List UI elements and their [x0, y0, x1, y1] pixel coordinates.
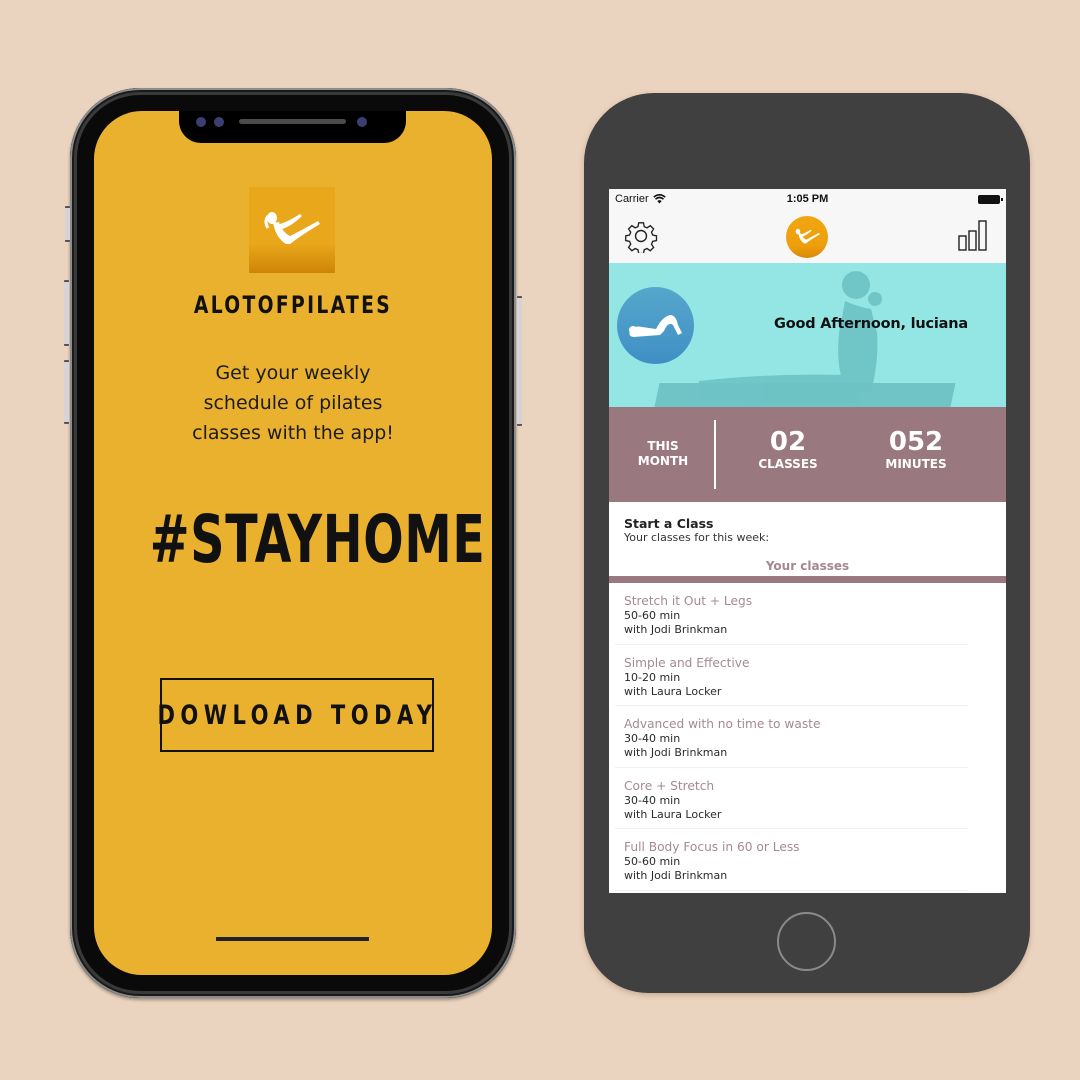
class-instructor: with Laura Locker [624, 684, 722, 698]
minutes-label: MINUTES [885, 457, 947, 471]
sensor-dot [214, 117, 224, 127]
minutes-stat: 052 MINUTES [879, 427, 953, 471]
tagline-line: classes with the app! [192, 422, 394, 444]
home-button[interactable] [777, 912, 836, 971]
monthly-stats: THIS MONTH 02 CLASSES 052 MINUTES [609, 407, 1006, 502]
class-name: Advanced with no time to waste [624, 717, 821, 731]
volume-down-button [64, 360, 69, 424]
home-indicator [216, 937, 369, 941]
app-screen: Carrier 1:05 PM Good Afternoon, luciana … [609, 189, 1006, 893]
list-item[interactable]: Simple and Effective 10-20 min with Laur… [609, 645, 1006, 707]
stats-divider [714, 420, 716, 489]
bar-chart-icon [958, 220, 987, 251]
section-subtitle: Your classes for this week: [624, 531, 770, 544]
battery-icon [978, 194, 1003, 204]
status-time: 1:05 PM [786, 193, 829, 205]
status-bar: Carrier 1:05 PM [609, 189, 1006, 209]
class-list: Stretch it Out + Legs 50-60 min with Jod… [609, 583, 1006, 891]
class-duration: 30-40 min [624, 793, 681, 807]
app-logo-icon[interactable] [786, 216, 828, 258]
period-line: THIS [647, 439, 679, 453]
class-instructor: with Laura Locker [624, 807, 722, 821]
mute-switch [65, 206, 70, 242]
class-name: Simple and Effective [624, 655, 750, 670]
earpiece-speaker [239, 119, 346, 124]
notch [179, 111, 406, 143]
classes-stat: 02 CLASSES [755, 427, 821, 471]
list-item[interactable]: Stretch it Out + Legs 50-60 min with Jod… [609, 583, 1006, 645]
user-avatar[interactable] [617, 287, 694, 364]
period-line: MONTH [637, 454, 689, 468]
list-item[interactable]: Core + Stretch 30-40 min with Laura Lock… [609, 768, 1006, 830]
power-button [517, 296, 522, 426]
pilates-figure-icon [264, 212, 320, 244]
start-class-section: Start a Class Your classes for this week… [609, 502, 1006, 576]
brand-name: ALOTOFPILATES [193, 291, 393, 319]
download-button-label: DOWLOAD TODAY [157, 699, 438, 731]
class-duration: 10-20 min [624, 670, 681, 684]
tagline: Get your weekly schedule of pilates clas… [134, 358, 452, 448]
list-item[interactable]: Advanced with no time to waste 30-40 min… [609, 706, 1006, 768]
gear-icon [625, 222, 658, 253]
pilates-figure-icon [795, 228, 820, 244]
tagline-line: schedule of pilates [203, 392, 383, 414]
greeting-text: Good Afternoon, luciana [774, 316, 968, 332]
sensor-dot [196, 117, 206, 127]
class-instructor: with Jodi Brinkman [624, 869, 728, 882]
front-camera [357, 117, 367, 127]
class-name: Core + Stretch [624, 778, 715, 793]
class-instructor: with Jodi Brinkman [624, 746, 728, 759]
nav-bar [609, 209, 1006, 263]
volume-up-button [64, 280, 69, 346]
class-duration: 30-40 min [624, 732, 681, 745]
class-duration: 50-60 min [624, 855, 681, 868]
list-item[interactable]: Full Body Focus in 60 or Less 50-60 min … [609, 829, 1006, 891]
hashtag-headline: #STAYHOME [149, 501, 486, 578]
download-button[interactable]: DOWLOAD TODAY [157, 678, 438, 752]
classes-label: CLASSES [758, 457, 818, 471]
class-instructor: with Jodi Brinkman [624, 623, 728, 636]
class-duration: 50-60 min [624, 609, 681, 622]
promo-screen: ALOTOFPILATES Get your weekly schedule o… [94, 111, 492, 975]
section-title: Start a Class [624, 516, 714, 531]
classes-count: 02 [769, 427, 807, 457]
stats-button[interactable] [956, 218, 992, 254]
app-phone-mockup: Carrier 1:05 PM Good Afternoon, luciana … [584, 93, 1030, 993]
class-name: Stretch it Out + Legs [624, 594, 753, 608]
brand-logo [249, 187, 335, 273]
hero-banner: Good Afternoon, luciana [609, 263, 1006, 407]
stats-period: THIS MONTH [623, 439, 703, 469]
class-name: Full Body Focus in 60 or Less [624, 840, 800, 854]
tab-your-classes[interactable]: Your classes [609, 559, 1006, 573]
tagline-line: Get your weekly [215, 362, 371, 384]
tab-underline [609, 576, 1006, 583]
pilates-bridge-icon [628, 314, 682, 337]
minutes-count: 052 [888, 427, 944, 457]
promo-phone-mockup: ALOTOFPILATES Get your weekly schedule o… [64, 88, 522, 998]
settings-button[interactable] [623, 218, 659, 254]
